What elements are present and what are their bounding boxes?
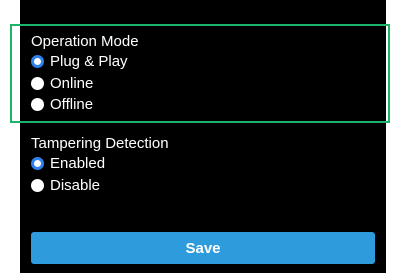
radio-checked-icon[interactable] <box>31 156 44 170</box>
radio-option-plug-and-play[interactable]: Plug & Play <box>31 51 128 71</box>
radio-label: Offline <box>50 95 94 113</box>
radio-option-disable[interactable]: Disable <box>31 175 100 195</box>
radio-label: Enabled <box>50 154 106 172</box>
radio-option-online[interactable]: Online <box>31 73 93 93</box>
radio-option-enabled[interactable]: Enabled <box>31 153 105 173</box>
operation-mode-title: Operation Mode <box>31 33 139 50</box>
radio-unchecked-icon[interactable] <box>31 97 44 111</box>
radio-label: Online <box>50 74 94 92</box>
radio-option-offline[interactable]: Offline <box>31 94 93 114</box>
tampering-detection-title: Tampering Detection <box>31 135 169 152</box>
save-button[interactable]: Save <box>31 232 375 264</box>
radio-checked-icon[interactable] <box>31 54 44 68</box>
radio-label: Disable <box>50 176 101 194</box>
radio-label: Plug & Play <box>50 52 128 70</box>
radio-unchecked-icon[interactable] <box>31 76 44 90</box>
radio-unchecked-icon[interactable] <box>31 178 44 192</box>
